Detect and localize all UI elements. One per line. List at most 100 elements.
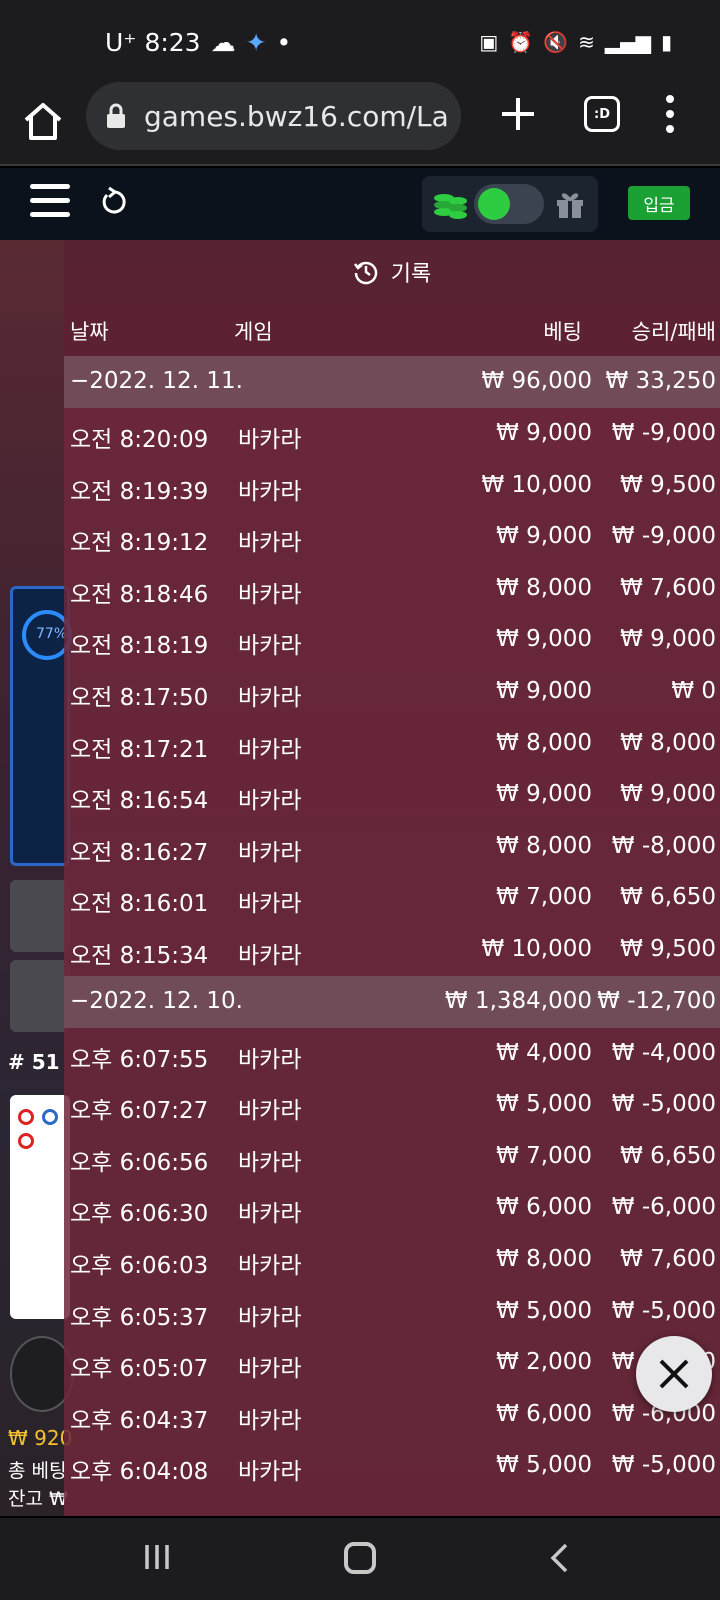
row-win-loss: ₩ 9,500	[620, 471, 716, 498]
row-win-loss: ₩ -5,000	[611, 1091, 716, 1118]
row-game: 바카라	[238, 942, 302, 969]
table-row: 오전 8:18:19 바카라 ₩ 9,000 ₩ 9,000	[64, 614, 720, 666]
row-game: 바카라	[238, 1407, 302, 1434]
row-time: 오후 6:06:56	[70, 1149, 209, 1176]
row-win-loss: ₩ 0	[671, 677, 716, 704]
row-game: 바카라	[238, 1098, 302, 1125]
row-date: −2022. 12. 11.	[70, 368, 243, 394]
app-notification-icon: ✦	[245, 28, 267, 57]
side-button-2[interactable]	[10, 960, 70, 1032]
row-win-loss: ₩ -8,000	[611, 832, 716, 859]
url-text: games.bwz16.com/La	[144, 99, 449, 133]
row-game: 바카라	[238, 1201, 302, 1228]
history-panel: 기록 날짜 게임 베팅 승리/패배 −2022. 12. 11. ₩ 96,000…	[64, 240, 720, 1516]
row-game: 바카라	[238, 427, 302, 453]
row-game: 바카라	[238, 684, 302, 711]
back-icon[interactable]	[548, 1542, 570, 1574]
row-game: 바카라	[238, 1304, 302, 1331]
row-win-loss: ₩ 6,650	[620, 884, 716, 911]
row-time: 오후 6:07:55	[70, 1046, 209, 1073]
table-row: 오전 8:19:12 바카라 ₩ 9,000 ₩ -9,000	[64, 511, 720, 563]
row-time: 오전 8:17:21	[70, 736, 209, 763]
row-time: 오후 6:05:37	[70, 1304, 209, 1331]
hamburger-icon[interactable]	[30, 184, 70, 218]
row-time: 오전 8:19:39	[70, 478, 209, 505]
battery-saver-icon: ▣	[479, 30, 499, 54]
side-button-1[interactable]	[10, 880, 70, 952]
row-win-loss: ₩ 8,000	[620, 729, 716, 756]
status-carrier-time: U⁺ 8:23	[105, 28, 201, 57]
row-bet: ₩ 5,000	[496, 1091, 592, 1118]
row-bet: ₩ 9,000	[496, 626, 592, 653]
row-time: 오후 6:04:37	[70, 1407, 209, 1434]
close-icon	[659, 1359, 689, 1389]
table-row: 오후 6:04:08 바카라 ₩ 5,000 ₩ -5,000	[64, 1440, 720, 1492]
recent-apps-icon[interactable]	[142, 1542, 172, 1572]
more-vert-icon[interactable]	[664, 94, 676, 134]
row-game: 바카라	[238, 788, 302, 815]
signal-icon: ▂▄▆	[604, 30, 651, 54]
table-row: 오후 6:05:37 바카라 ₩ 5,000 ₩ -5,000	[64, 1286, 720, 1338]
wifi-icon: ≋	[578, 30, 595, 54]
date-group-row: −2022. 12. 11. ₩ 96,000 ₩ 33,250	[64, 356, 720, 408]
row-game: 바카라	[238, 530, 302, 557]
row-time: 오후 6:07:27	[70, 1098, 209, 1125]
row-time: 오전 8:16:27	[70, 839, 209, 866]
row-win-loss: ₩ 7,600	[620, 1245, 716, 1272]
row-time: 오전 8:15:34	[70, 942, 209, 969]
game-header: 입금	[0, 168, 720, 240]
row-win-loss: ₩ -9,000	[611, 420, 716, 446]
tabs-button[interactable]: :D	[584, 96, 620, 132]
mute-icon: 🔇	[543, 30, 569, 54]
toggle-switch[interactable]	[474, 184, 544, 224]
row-time: 오전 8:20:09	[70, 427, 209, 453]
close-button[interactable]	[636, 1336, 712, 1412]
col-game: 게임	[234, 320, 273, 344]
history-title: 기록	[390, 262, 432, 287]
col-date: 날짜	[70, 320, 109, 344]
row-win-total: ₩ 33,250	[605, 368, 716, 394]
round-number: # 51	[8, 1050, 60, 1074]
row-bet-total: ₩ 96,000	[481, 368, 592, 394]
balance-label: 잔고 ₩	[8, 1488, 68, 1510]
row-game: 바카라	[238, 1356, 302, 1383]
deposit-button[interactable]: 입금	[628, 186, 690, 220]
row-bet: ₩ 9,000	[496, 523, 592, 550]
row-bet: ₩ 2,000	[496, 1349, 592, 1376]
table-row: 오전 8:16:54 바카라 ₩ 9,000 ₩ 9,000	[64, 769, 720, 821]
coins-icon[interactable]	[432, 188, 468, 220]
row-win-loss: ₩ 7,600	[620, 574, 716, 601]
gift-icon[interactable]	[554, 188, 586, 220]
row-bet: ₩ 10,000	[481, 471, 592, 498]
row-bet: ₩ 8,000	[496, 729, 592, 756]
table-row: 오전 8:17:21 바카라 ₩ 8,000 ₩ 8,000	[64, 718, 720, 770]
row-game: 바카라	[238, 1252, 302, 1279]
table-row: 오후 6:07:55 바카라 ₩ 4,000 ₩ -4,000	[64, 1028, 720, 1080]
row-bet: ₩ 8,000	[496, 1245, 592, 1272]
bead-road	[10, 1095, 70, 1319]
total-bet-label: 총 베팅	[8, 1460, 67, 1482]
plus-icon[interactable]	[498, 94, 538, 134]
system-nav-bar	[0, 1518, 720, 1600]
row-date: −2022. 12. 10.	[70, 987, 243, 1014]
home-icon[interactable]	[20, 98, 66, 144]
url-bar[interactable]: games.bwz16.com/La	[86, 82, 461, 150]
row-bet: ₩ 5,000	[496, 1297, 592, 1324]
row-time: 오전 8:18:19	[70, 633, 209, 660]
table-row: 오전 8:17:50 바카라 ₩ 9,000 ₩ 0	[64, 666, 720, 718]
reload-icon[interactable]	[100, 186, 128, 216]
row-win-loss: ₩ 9,000	[620, 781, 716, 808]
mode-toggle-group	[422, 176, 598, 232]
col-win-loss: 승리/패배	[631, 320, 716, 344]
row-win-loss: ₩ 9,000	[620, 626, 716, 653]
status-left: U⁺ 8:23 ☁ ✦ •	[105, 28, 291, 57]
table-row: 오전 8:16:01 바카라 ₩ 7,000 ₩ 6,650	[64, 872, 720, 924]
nav-home-icon[interactable]	[344, 1542, 376, 1574]
row-bet: ₩ 9,000	[496, 677, 592, 704]
row-bet: ₩ 10,000	[481, 935, 592, 962]
row-time: 오전 8:19:12	[70, 530, 209, 557]
row-game: 바카라	[238, 478, 302, 505]
table-row: 오후 6:06:56 바카라 ₩ 7,000 ₩ 6,650	[64, 1131, 720, 1183]
alarm-icon: ⏰	[508, 30, 534, 54]
row-bet: ₩ 8,000	[496, 574, 592, 601]
